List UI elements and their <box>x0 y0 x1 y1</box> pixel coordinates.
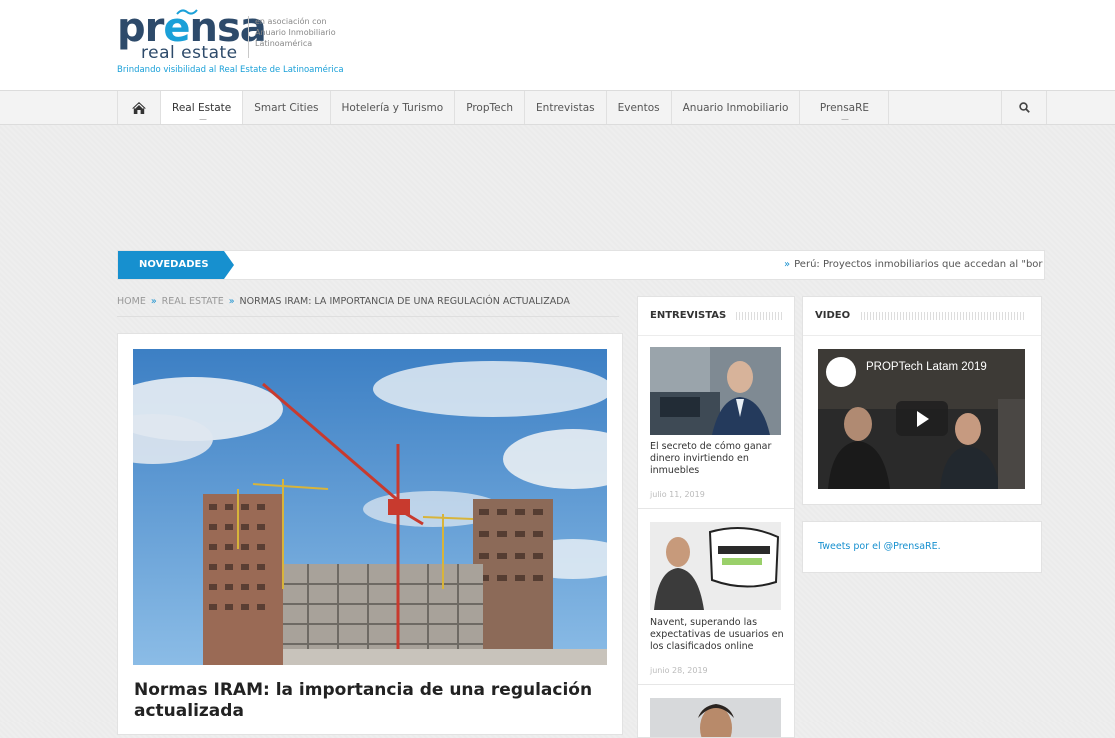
tweets-link[interactable]: Tweets por el @PrensaRE. <box>818 541 941 552</box>
ticker-label: NOVEDADES <box>118 251 234 279</box>
interview-title[interactable]: El secreto de cómo ganar dinero invirtie… <box>650 441 786 477</box>
nav-item-proptech[interactable]: PropTech <box>455 91 526 124</box>
heading-stripes <box>861 312 1025 320</box>
heading-stripes <box>736 312 782 320</box>
nav-home-button[interactable] <box>117 91 161 124</box>
interview-divider <box>638 508 794 509</box>
interview-photo-image <box>650 698 781 737</box>
interview-thumbnail[interactable] <box>650 522 781 610</box>
channel-logo-icon[interactable] <box>826 357 856 387</box>
interview-title[interactable]: Navent, superando las expectativas de us… <box>650 617 786 653</box>
interview-thumbnail[interactable] <box>650 347 781 435</box>
construction-photo-image <box>133 349 607 665</box>
site-logo[interactable]: prensa real estate en asociación con Anu… <box>117 6 377 78</box>
logo-association: en asociación con Anuario Inmobiliario L… <box>255 17 336 48</box>
interview-date: junio 28, 2019 <box>650 666 708 675</box>
nav-item-hoteleria[interactable]: Hotelería y Turismo <box>331 91 456 124</box>
breadcrumb-separator-icon: » <box>150 296 157 307</box>
main-nav: Real Estate Smart Cities Hotelería y Tur… <box>0 90 1115 125</box>
site-header: prensa real estate en asociación con Anu… <box>0 0 1115 90</box>
breadcrumb-home-link[interactable]: HOME <box>117 296 146 307</box>
logo-subtitle: real estate <box>141 43 238 63</box>
breadcrumb-current: NORMAS IRAM: LA IMPORTANCIA DE UNA REGUL… <box>239 296 570 307</box>
interview-thumbnail[interactable] <box>650 698 781 737</box>
nav-item-entrevistas[interactable]: Entrevistas <box>525 91 607 124</box>
chevron-right-icon: » <box>784 259 791 270</box>
breadcrumb-separator-icon: » <box>228 296 235 307</box>
interview-date: julio 11, 2019 <box>650 490 705 499</box>
article-title[interactable]: Normas IRAM: la importancia de una regul… <box>134 680 604 722</box>
article-card: Normas IRAM: la importancia de una regul… <box>117 333 623 735</box>
nav-item-smart-cities[interactable]: Smart Cities <box>243 91 331 124</box>
nav-item-prensare[interactable]: PrensaRE <box>800 91 890 124</box>
breadcrumb-section-link[interactable]: REAL ESTATE <box>162 296 224 307</box>
news-ticker: NOVEDADES » Perú: Proyectos inmobiliarios… <box>117 250 1045 280</box>
entrevistas-heading: ENTREVISTAS <box>638 297 794 336</box>
entrevistas-widget: ENTREVISTAS El secreto de cómo ganar din… <box>637 296 795 738</box>
article-featured-image[interactable] <box>133 349 607 665</box>
home-icon <box>132 101 146 114</box>
breadcrumb: HOME » REAL ESTATE » NORMAS IRAM: LA IMPORTA… <box>117 296 619 317</box>
nav-search-button[interactable] <box>1001 91 1047 124</box>
nav-item-anuario[interactable]: Anuario Inmobiliario <box>672 91 801 124</box>
logo-divider <box>248 16 249 58</box>
play-button[interactable] <box>896 401 948 436</box>
interview-divider <box>638 684 794 685</box>
video-player[interactable]: PROPTech Latam 2019 <box>818 349 1025 489</box>
video-heading: VIDEO <box>803 297 1041 336</box>
ticker-headline-link[interactable]: » Perú: Proyectos inmobiliarios que acced… <box>784 251 1044 279</box>
site-tagline: Brindando visibilidad al Real Estate de … <box>117 65 344 75</box>
nav-item-real-estate[interactable]: Real Estate <box>161 91 244 124</box>
tweets-widget: Tweets por el @PrensaRE. <box>802 521 1042 573</box>
search-icon <box>1018 102 1030 113</box>
interview-photo-image <box>650 522 781 610</box>
nav-item-eventos[interactable]: Eventos <box>607 91 672 124</box>
interview-photo-image <box>650 347 781 435</box>
video-title[interactable]: PROPTech Latam 2019 <box>866 361 987 373</box>
video-widget: VIDEO PROPTech Latam 2019 <box>802 296 1042 505</box>
